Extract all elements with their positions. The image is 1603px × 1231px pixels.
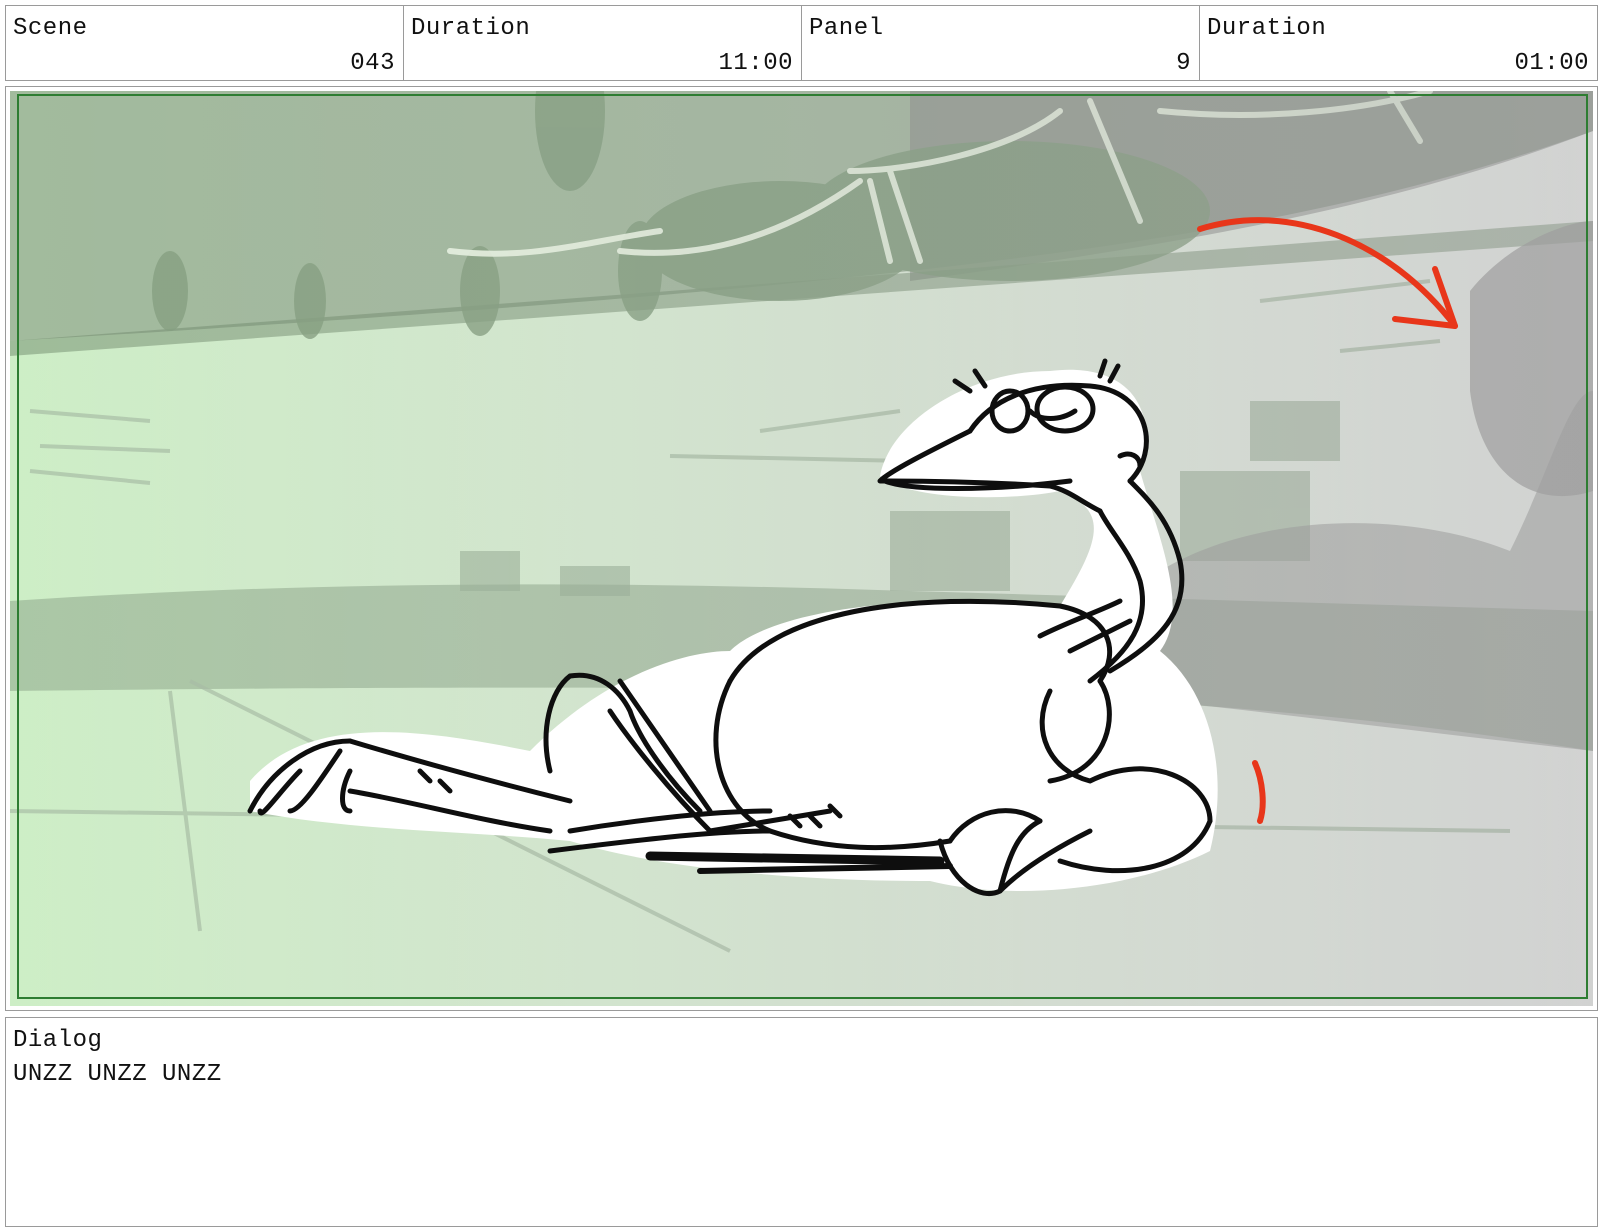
scene-duration-value: 11:00	[718, 50, 793, 77]
panel-number: 9	[1176, 50, 1191, 77]
dialog-box: Dialog UNZZ UNZZ UNZZ	[5, 1017, 1598, 1227]
panel-label: Panel	[809, 15, 884, 42]
storyboard-panel	[5, 86, 1598, 1011]
dialog-text: UNZZ UNZZ UNZZ	[13, 1061, 222, 1088]
scene-duration-cell: Duration 11:00	[404, 6, 802, 80]
panel-duration-label: Duration	[1207, 15, 1327, 42]
panel-duration-cell: Duration 01:00	[1200, 6, 1597, 80]
scene-duration-label: Duration	[411, 15, 531, 42]
dialog-label: Dialog	[13, 1027, 103, 1054]
panel-duration-value: 01:00	[1514, 50, 1589, 77]
panel-cell: Panel 9	[802, 6, 1200, 80]
panel-artwork	[10, 91, 1593, 1006]
scene-cell: Scene 043	[6, 6, 404, 80]
scene-number: 043	[350, 50, 395, 77]
panel-info-header: Scene 043 Duration 11:00 Panel 9 Duratio…	[5, 5, 1598, 81]
scene-label: Scene	[13, 15, 88, 42]
